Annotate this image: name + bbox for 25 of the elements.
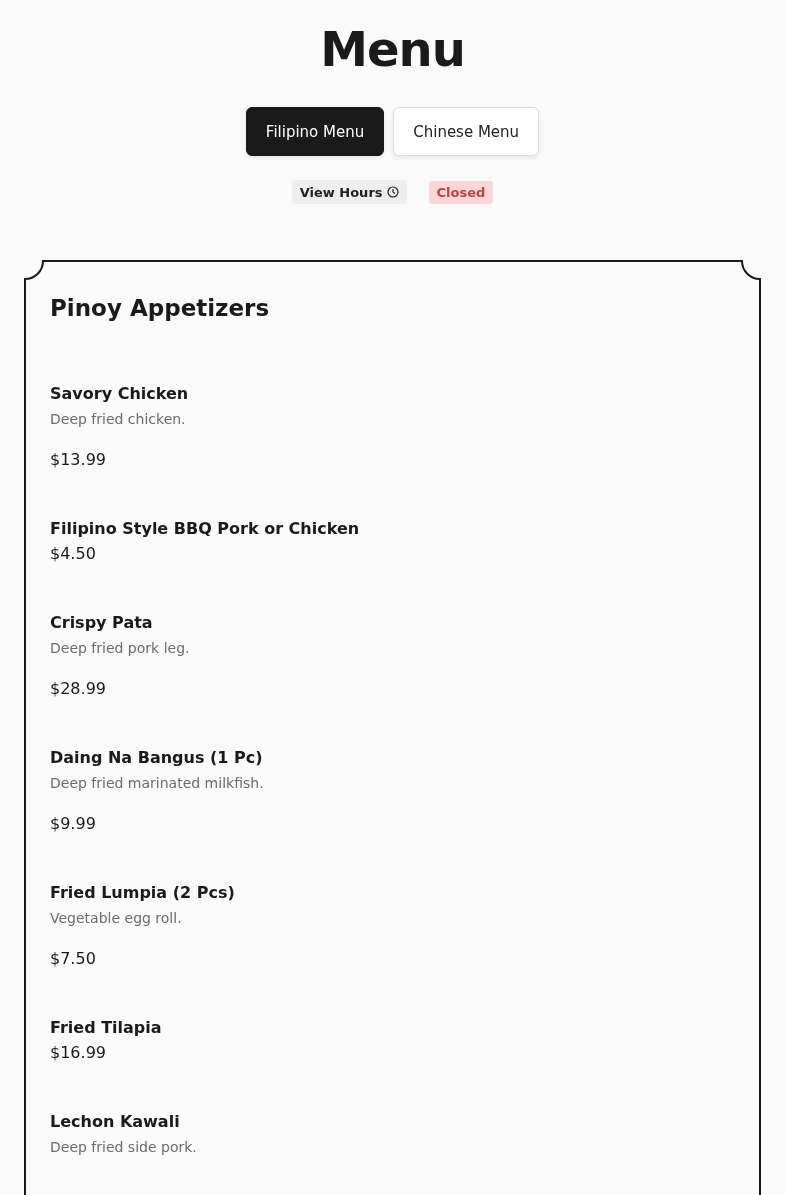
item-description: Deep fried pork leg. [50, 639, 191, 658]
item-name: Lechon Kawali [50, 1111, 181, 1133]
item-price: $4.50 [50, 543, 97, 565]
section-title: Pinoy Appetizers [50, 294, 271, 323]
menu-tab[interactable]: Chinese Menu [393, 107, 540, 156]
menu-tab[interactable]: Filipino Menu [245, 107, 385, 156]
view-hours-button[interactable]: View Hours [291, 180, 407, 204]
item-name: Fried Lumpia (2 Pcs) [50, 882, 236, 904]
item-description: Deep fried chicken. [50, 410, 187, 429]
item-description: Deep fried side pork. [50, 1138, 198, 1157]
item-name: Crispy Pata [50, 612, 154, 634]
item-name: Savory Chicken [50, 383, 190, 405]
item-name: Filipino Style BBQ Pork or Chicken [50, 518, 361, 540]
status-badge: Closed [428, 180, 494, 204]
item-name: Daing Na Bangus (1 Pc) [50, 747, 264, 769]
item-price: $16.99 [50, 1042, 107, 1064]
item-description: Deep fried marinated milkfish. [50, 774, 265, 793]
item-price: $9.99 [50, 813, 97, 835]
page-title: Menu [320, 20, 465, 78]
clock-icon [386, 186, 399, 198]
item-name: Fried Tilapia [50, 1017, 163, 1039]
item-description: Vegetable egg roll. [50, 909, 183, 928]
item-price: $13.99 [50, 449, 107, 471]
item-price: $7.50 [50, 948, 97, 970]
item-price: $28.99 [50, 678, 107, 700]
